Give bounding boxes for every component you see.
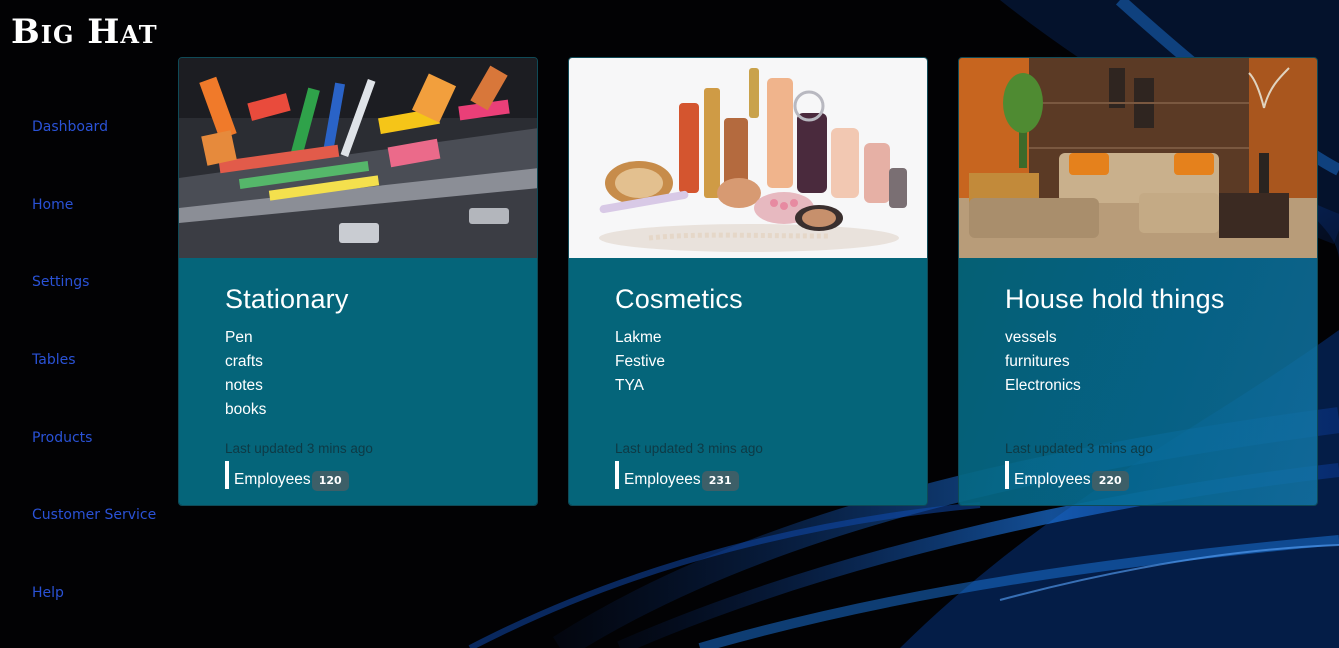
last-updated-text: Last updated 3 mins ago xyxy=(225,441,373,456)
employees-count-badge: 220 xyxy=(1091,471,1129,491)
list-item: TYA xyxy=(615,377,644,394)
employees-footer: Employees 220 xyxy=(1005,461,1129,491)
sidebar-item-customer-service[interactable]: Customer Service xyxy=(32,476,156,554)
list-item: Lakme xyxy=(615,329,662,346)
employees-footer: Employees 120 xyxy=(225,461,349,491)
sidebar-nav: Dashboard Home Settings Tables Products … xyxy=(32,88,156,632)
brand-logo: Big Hat xyxy=(11,12,158,52)
list-item: Festive xyxy=(615,353,665,370)
sidebar-item-settings[interactable]: Settings xyxy=(32,243,156,321)
cosmetics-products-photo xyxy=(569,58,927,258)
list-item: Pen xyxy=(225,329,253,346)
card-stationary[interactable]: Stationary Pen crafts notes books Last u… xyxy=(178,57,538,506)
card-body: Stationary Pen crafts notes books Last u… xyxy=(179,258,537,505)
accent-bar xyxy=(1005,461,1009,489)
stationery-case-photo xyxy=(179,58,537,258)
sidebar-item-products[interactable]: Products xyxy=(32,399,156,477)
employees-label: Employees xyxy=(234,471,311,488)
card-item-list: Pen crafts notes books xyxy=(225,326,266,422)
employees-count-badge: 120 xyxy=(311,471,349,491)
sidebar-item-home[interactable]: Home xyxy=(32,166,156,244)
card-title: House hold things xyxy=(1005,284,1225,314)
card-body: Cosmetics Lakme Festive TYA Last updated… xyxy=(569,258,927,505)
employees-footer: Employees 231 xyxy=(615,461,739,491)
card-body: House hold things vessels furnitures Ele… xyxy=(959,258,1317,505)
employees-count-badge: 231 xyxy=(701,471,739,491)
last-updated-text: Last updated 3 mins ago xyxy=(615,441,763,456)
sidebar-item-tables[interactable]: Tables xyxy=(32,321,156,399)
card-title: Cosmetics xyxy=(615,284,743,314)
list-item: crafts xyxy=(225,353,263,370)
last-updated-text: Last updated 3 mins ago xyxy=(1005,441,1153,456)
card-item-list: vessels furnitures Electronics xyxy=(1005,326,1081,398)
list-item: vessels xyxy=(1005,329,1057,346)
card-item-list: Lakme Festive TYA xyxy=(615,326,665,398)
living-room-photo xyxy=(959,58,1317,258)
list-item: furnitures xyxy=(1005,353,1070,370)
list-item: notes xyxy=(225,377,263,394)
card-cosmetics[interactable]: Cosmetics Lakme Festive TYA Last updated… xyxy=(568,57,928,506)
employees-label: Employees xyxy=(624,471,701,488)
card-title: Stationary xyxy=(225,284,349,314)
employees-label: Employees xyxy=(1014,471,1091,488)
list-item: Electronics xyxy=(1005,377,1081,394)
list-item: books xyxy=(225,401,267,418)
sidebar-item-help[interactable]: Help xyxy=(32,554,156,632)
sidebar-item-dashboard[interactable]: Dashboard xyxy=(32,88,156,166)
card-household[interactable]: House hold things vessels furnitures Ele… xyxy=(958,57,1318,506)
accent-bar xyxy=(225,461,229,489)
accent-bar xyxy=(615,461,619,489)
